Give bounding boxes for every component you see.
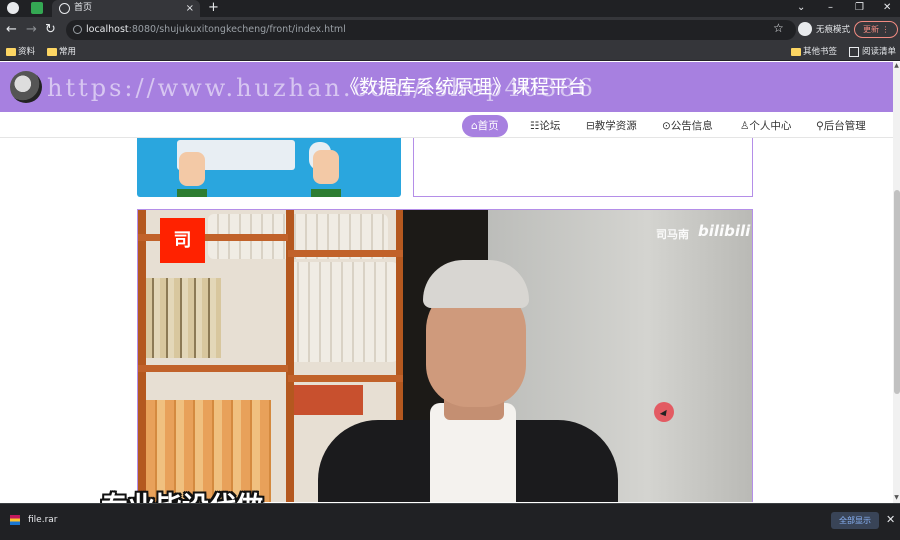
download-file-name[interactable]: file.rar bbox=[28, 512, 57, 528]
reading-list[interactable]: 阅读清单 bbox=[848, 43, 896, 61]
bookmark-label: 资料 bbox=[18, 47, 36, 57]
nav-announcements[interactable]: ⊙公告信息 bbox=[656, 115, 719, 137]
nav-admin[interactable]: ⚲后台管理 bbox=[810, 115, 872, 137]
person-hair bbox=[423, 260, 529, 308]
forward-button[interactable]: → bbox=[26, 21, 37, 39]
bookmark-label: 常用 bbox=[59, 47, 77, 57]
banner-image[interactable] bbox=[137, 138, 401, 197]
close-window-button[interactable]: ✕ bbox=[883, 0, 891, 16]
tab-close-icon[interactable]: × bbox=[186, 0, 194, 17]
rar-file-icon bbox=[10, 515, 20, 525]
sleeve-illustration bbox=[177, 189, 207, 197]
nav-profile[interactable]: ♙个人中心 bbox=[734, 115, 797, 137]
download-bar bbox=[0, 503, 900, 540]
nav-home[interactable]: ⌂首页 bbox=[462, 115, 508, 137]
side-panel bbox=[413, 138, 753, 197]
books-row bbox=[293, 385, 363, 415]
url-host: localhost bbox=[86, 24, 129, 35]
shelf-board bbox=[288, 375, 403, 382]
books-row bbox=[146, 400, 271, 502]
site-logo[interactable] bbox=[10, 71, 42, 103]
shelf-post bbox=[138, 210, 146, 502]
watermark-url: https://www.huzhan.com/ishop40386 bbox=[47, 74, 596, 102]
scroll-down-icon[interactable]: ▼ bbox=[893, 494, 900, 502]
sheets-tab-icon[interactable] bbox=[31, 2, 43, 14]
channel-logo: 司 bbox=[160, 218, 205, 263]
hand-illustration bbox=[313, 150, 339, 184]
reload-button[interactable]: ↻ bbox=[45, 21, 56, 39]
globe-icon bbox=[59, 3, 70, 14]
video-player[interactable]: 司 司马南 bilibili bbox=[137, 209, 753, 502]
shelf-board bbox=[288, 250, 403, 257]
close-download-bar-icon[interactable]: ✕ bbox=[886, 511, 895, 529]
nav-resources[interactable]: ⊟教学资源 bbox=[580, 115, 643, 137]
bookmark-label: 其他书签 bbox=[803, 47, 838, 57]
bookmark-folder[interactable]: 常用 bbox=[45, 43, 76, 61]
site-info-icon[interactable] bbox=[73, 25, 82, 34]
bookmark-label: 阅读清单 bbox=[862, 47, 897, 57]
folder-icon bbox=[47, 48, 57, 56]
folder-icon bbox=[791, 48, 801, 56]
tab-search-icon[interactable]: ⌄ bbox=[797, 0, 805, 16]
browser-toolbar: ← → ↻ localhost:8080/shujukuxitongkechen… bbox=[0, 17, 900, 43]
scroll-up-icon[interactable]: ▲ bbox=[893, 62, 900, 70]
show-all-downloads-button[interactable]: 全部显示 bbox=[831, 512, 879, 529]
tab-title: 首页 bbox=[74, 3, 93, 13]
restore-button[interactable]: ❐ bbox=[855, 0, 864, 16]
bookmark-folder[interactable]: 资料 bbox=[4, 43, 35, 61]
address-bar[interactable]: localhost:8080/shujukuxitongkecheng/fron… bbox=[66, 20, 796, 40]
reading-list-icon bbox=[849, 47, 859, 57]
other-bookmarks[interactable]: 其他书签 bbox=[789, 43, 837, 61]
update-button[interactable]: 更新 ⋮ bbox=[854, 21, 898, 38]
active-tab[interactable]: 首页 × bbox=[52, 0, 200, 17]
minimize-button[interactable]: – bbox=[828, 0, 833, 16]
back-button[interactable]: ← bbox=[6, 21, 17, 39]
video-credit: 司马南 bbox=[656, 228, 689, 241]
folder-icon bbox=[6, 48, 16, 56]
hand-illustration bbox=[179, 152, 205, 186]
incognito-label: 无痕模式 bbox=[816, 25, 851, 35]
nav-forum[interactable]: ☷论坛 bbox=[524, 115, 566, 137]
new-tab-button[interactable]: + bbox=[208, 0, 219, 16]
scrolls-shelf bbox=[288, 262, 398, 362]
shelf-board bbox=[138, 365, 288, 372]
bookmark-star-icon[interactable]: ☆ bbox=[773, 21, 784, 35]
bookmarks-bar: 资料 常用 其他书签 阅读清单 bbox=[0, 43, 900, 61]
bilibili-watermark: bilibili bbox=[698, 222, 751, 240]
incognito-icon[interactable] bbox=[798, 22, 812, 36]
books-row bbox=[146, 278, 221, 358]
chrome-tab-icon[interactable] bbox=[7, 2, 19, 14]
url-path: :8080/shujukuxitongkecheng/front/index.h… bbox=[128, 24, 346, 35]
sleeve-illustration bbox=[311, 189, 341, 197]
scrollbar-thumb[interactable] bbox=[894, 190, 900, 394]
